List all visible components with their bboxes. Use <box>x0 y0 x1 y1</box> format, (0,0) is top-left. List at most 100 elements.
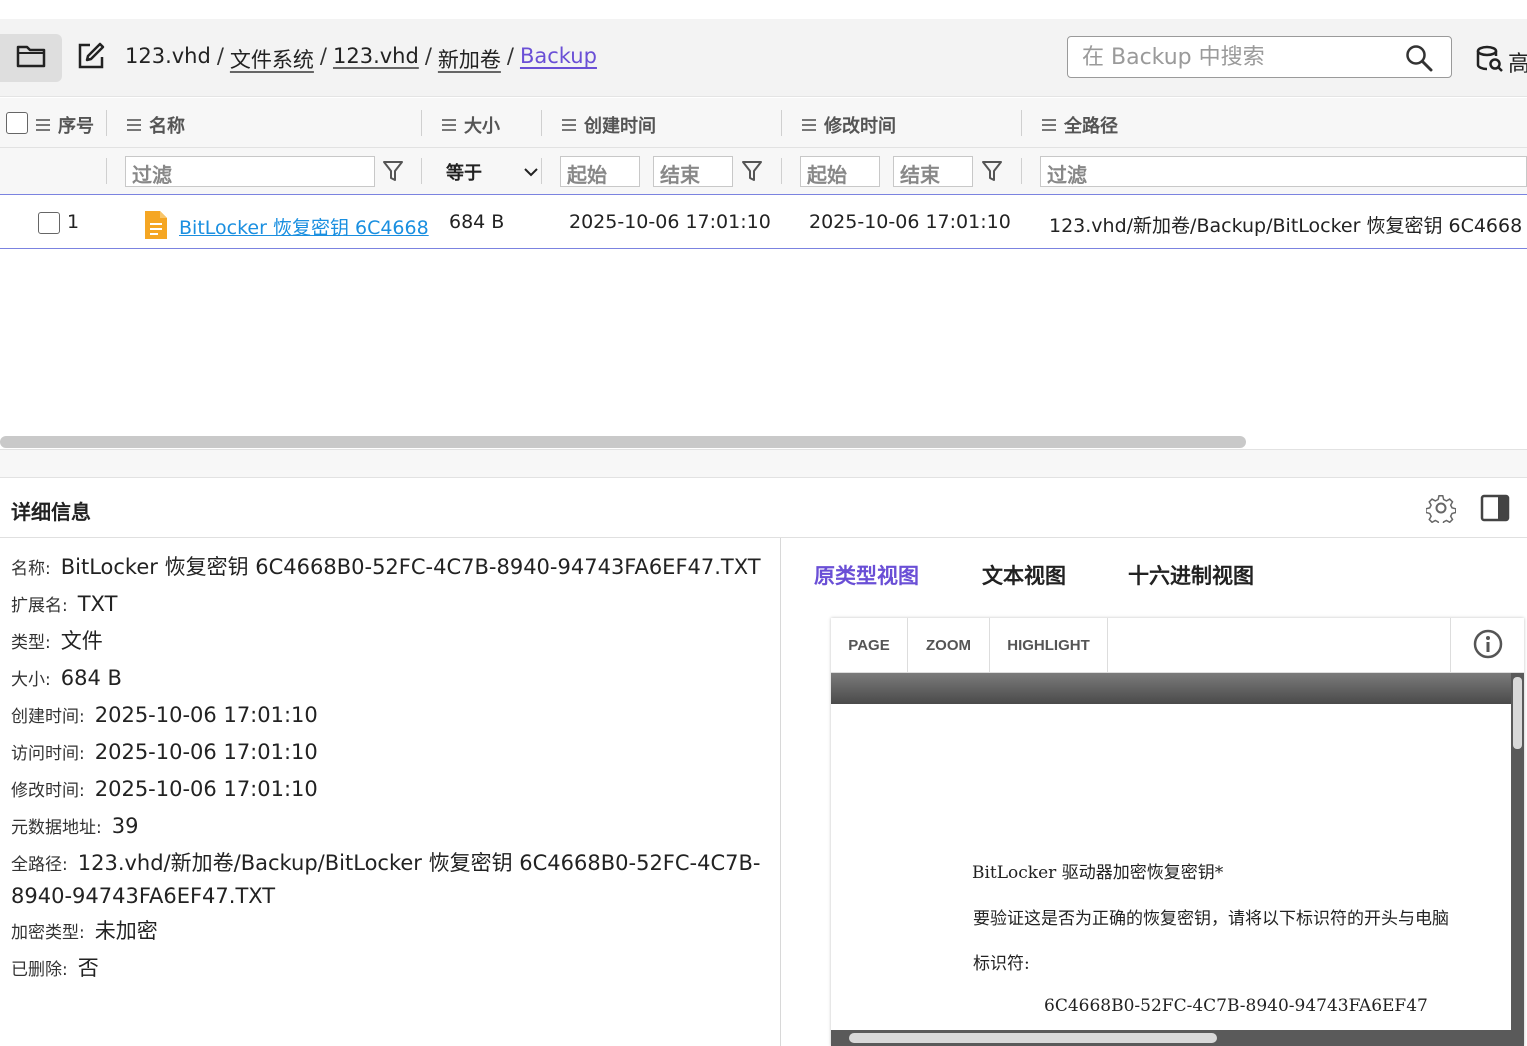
info-type: 类型: 文件 <box>11 626 771 659</box>
info-value: TXT <box>77 592 118 616</box>
filter-row: 过滤 等于 起始 结束 起始 结束 过滤 <box>0 148 1527 195</box>
advanced-search-label: 高 <box>1508 52 1527 77</box>
column-separator[interactable] <box>1021 110 1022 136</box>
doc-line: 要验证这是否为正确的恢复密钥，请将以下标识符的开头与电脑 <box>973 909 1449 929</box>
modified-start-input[interactable]: 起始 <box>800 156 880 187</box>
tab-text-view[interactable]: 文本视图 <box>982 560 1066 590</box>
viewer-page-gap <box>831 673 1511 704</box>
info-key: 扩展名: <box>11 596 68 616</box>
viewer-vertical-scrollbar[interactable] <box>1511 673 1524 1046</box>
toolbar: 123.vhd / 文件系统 / 123.vhd / 新加卷 / Backup … <box>0 19 1527 97</box>
doc-line: 6C4668B0-52FC-4C7B-8940-94743FA6EF47 <box>1044 996 1428 1016</box>
info-value: 文件 <box>60 629 103 653</box>
breadcrumb-item-123vhd-inner[interactable]: 123.vhd <box>333 44 419 74</box>
column-label-index: 序号 <box>58 116 94 137</box>
gear-icon[interactable] <box>1425 493 1457 527</box>
row-fullpath: 123.vhd/新加卷/Backup/BitLocker 恢复密钥 6C4668 <box>1049 215 1523 237</box>
column-menu-icon[interactable] <box>36 119 50 131</box>
column-menu-icon[interactable] <box>562 119 576 131</box>
created-start-input[interactable]: 起始 <box>560 156 640 187</box>
column-header-created[interactable]: 创建时间 <box>562 112 656 138</box>
zoom-button[interactable]: ZOOM <box>908 618 990 673</box>
info-value: 2025-10-06 17:01:10 <box>94 703 318 727</box>
scrollbar-thumb[interactable] <box>849 1033 1217 1043</box>
database-search-icon <box>1476 45 1504 79</box>
column-header-size[interactable]: 大小 <box>442 112 500 138</box>
breadcrumb-item-filesystem[interactable]: 文件系统 <box>230 44 314 74</box>
info-key: 名称: <box>11 559 51 579</box>
column-menu-icon[interactable] <box>802 119 816 131</box>
info-key: 全路径: <box>11 855 68 875</box>
grid-horizontal-scrollbar[interactable] <box>0 436 1246 448</box>
tab-hex-view[interactable]: 十六进制视图 <box>1128 560 1254 590</box>
column-separator <box>421 158 422 184</box>
select-all-checkbox[interactable] <box>6 112 28 134</box>
breadcrumb-item-backup[interactable]: Backup <box>520 44 597 74</box>
column-label-modified: 修改时间 <box>824 116 896 137</box>
breadcrumb-item-123vhd[interactable]: 123.vhd <box>125 44 211 74</box>
info-accessed: 访问时间: 2025-10-06 17:01:10 <box>11 737 771 770</box>
column-header-name[interactable]: 名称 <box>127 112 185 138</box>
size-operator-select[interactable]: 等于 <box>440 156 544 187</box>
table-row[interactable]: 1 BitLocker 恢复密钥 6C4668 684 B 2025-10-06… <box>0 196 1527 249</box>
info-key: 类型: <box>11 633 51 653</box>
column-header-index[interactable]: 序号 <box>36 112 94 138</box>
advanced-search-button[interactable]: 高 <box>1476 45 1527 79</box>
viewer-toolbar: PAGE ZOOM HIGHLIGHT <box>831 618 1524 673</box>
breadcrumb-separator: / <box>506 44 514 68</box>
info-value: 未加密 <box>94 919 158 943</box>
column-separator[interactable] <box>781 110 782 136</box>
modified-end-input[interactable]: 结束 <box>893 156 973 187</box>
column-separator <box>541 158 542 184</box>
details-header: 详细信息 <box>0 478 1527 538</box>
toggle-panel-icon[interactable] <box>1480 493 1510 527</box>
search-icon[interactable] <box>1405 44 1433 76</box>
row-index: 1 <box>67 211 80 233</box>
filter-icon[interactable] <box>741 159 763 187</box>
info-value: 2025-10-06 17:01:10 <box>94 740 318 764</box>
file-name-link[interactable]: BitLocker 恢复密钥 6C4668 <box>179 213 429 240</box>
breadcrumb-item-volume[interactable]: 新加卷 <box>438 44 501 74</box>
folder-icon <box>16 44 46 72</box>
scrollbar-thumb[interactable] <box>1513 677 1522 749</box>
column-header-fullpath[interactable]: 全路径 <box>1042 112 1118 138</box>
name-filter-input[interactable]: 过滤 <box>125 156 375 187</box>
highlight-button[interactable]: HIGHLIGHT <box>990 618 1108 673</box>
column-menu-icon[interactable] <box>442 119 456 131</box>
info-button[interactable] <box>1450 618 1524 673</box>
info-key: 已删除: <box>11 960 68 980</box>
column-menu-icon[interactable] <box>1042 119 1056 131</box>
info-key: 大小: <box>11 670 51 690</box>
file-name-link-text[interactable]: BitLocker 恢复密钥 6C4668 <box>179 217 429 239</box>
column-separator[interactable] <box>106 110 107 136</box>
created-end-input[interactable]: 结束 <box>653 156 733 187</box>
search-box <box>1067 36 1452 78</box>
text-file-icon <box>144 210 168 244</box>
folder-toggle-button[interactable] <box>0 34 62 82</box>
row-checkbox[interactable] <box>38 212 60 234</box>
document-viewer: PAGE ZOOM HIGHLIGHT BitLocker 驱动器加密恢复密钥*… <box>831 618 1524 1046</box>
info-value: 123.vhd/新加卷/Backup/BitLocker 恢复密钥 6C4668… <box>11 851 761 908</box>
fullpath-filter-input[interactable]: 过滤 <box>1040 156 1527 187</box>
tab-native-view[interactable]: 原类型视图 <box>814 560 919 590</box>
filter-icon[interactable] <box>981 159 1003 187</box>
row-size: 684 B <box>449 211 505 233</box>
info-size: 大小: 684 B <box>11 663 771 696</box>
filter-icon[interactable] <box>382 159 404 187</box>
column-menu-icon[interactable] <box>127 119 141 131</box>
column-label-fullpath: 全路径 <box>1064 116 1118 137</box>
column-separator[interactable] <box>421 110 422 136</box>
column-header-modified[interactable]: 修改时间 <box>802 112 896 138</box>
info-key: 加密类型: <box>11 923 85 943</box>
page-button[interactable]: PAGE <box>831 618 908 673</box>
edit-button[interactable] <box>72 39 110 77</box>
pane-splitter[interactable] <box>0 449 1527 478</box>
info-modified: 修改时间: 2025-10-06 17:01:10 <box>11 774 771 807</box>
chevron-down-icon <box>524 161 538 182</box>
info-key: 创建时间: <box>11 707 85 727</box>
viewer-horizontal-scrollbar[interactable] <box>831 1030 1511 1046</box>
search-input[interactable] <box>1082 43 1392 71</box>
column-separator[interactable] <box>541 110 542 136</box>
column-separator <box>106 158 107 184</box>
row-created: 2025-10-06 17:01:10 <box>569 211 771 233</box>
